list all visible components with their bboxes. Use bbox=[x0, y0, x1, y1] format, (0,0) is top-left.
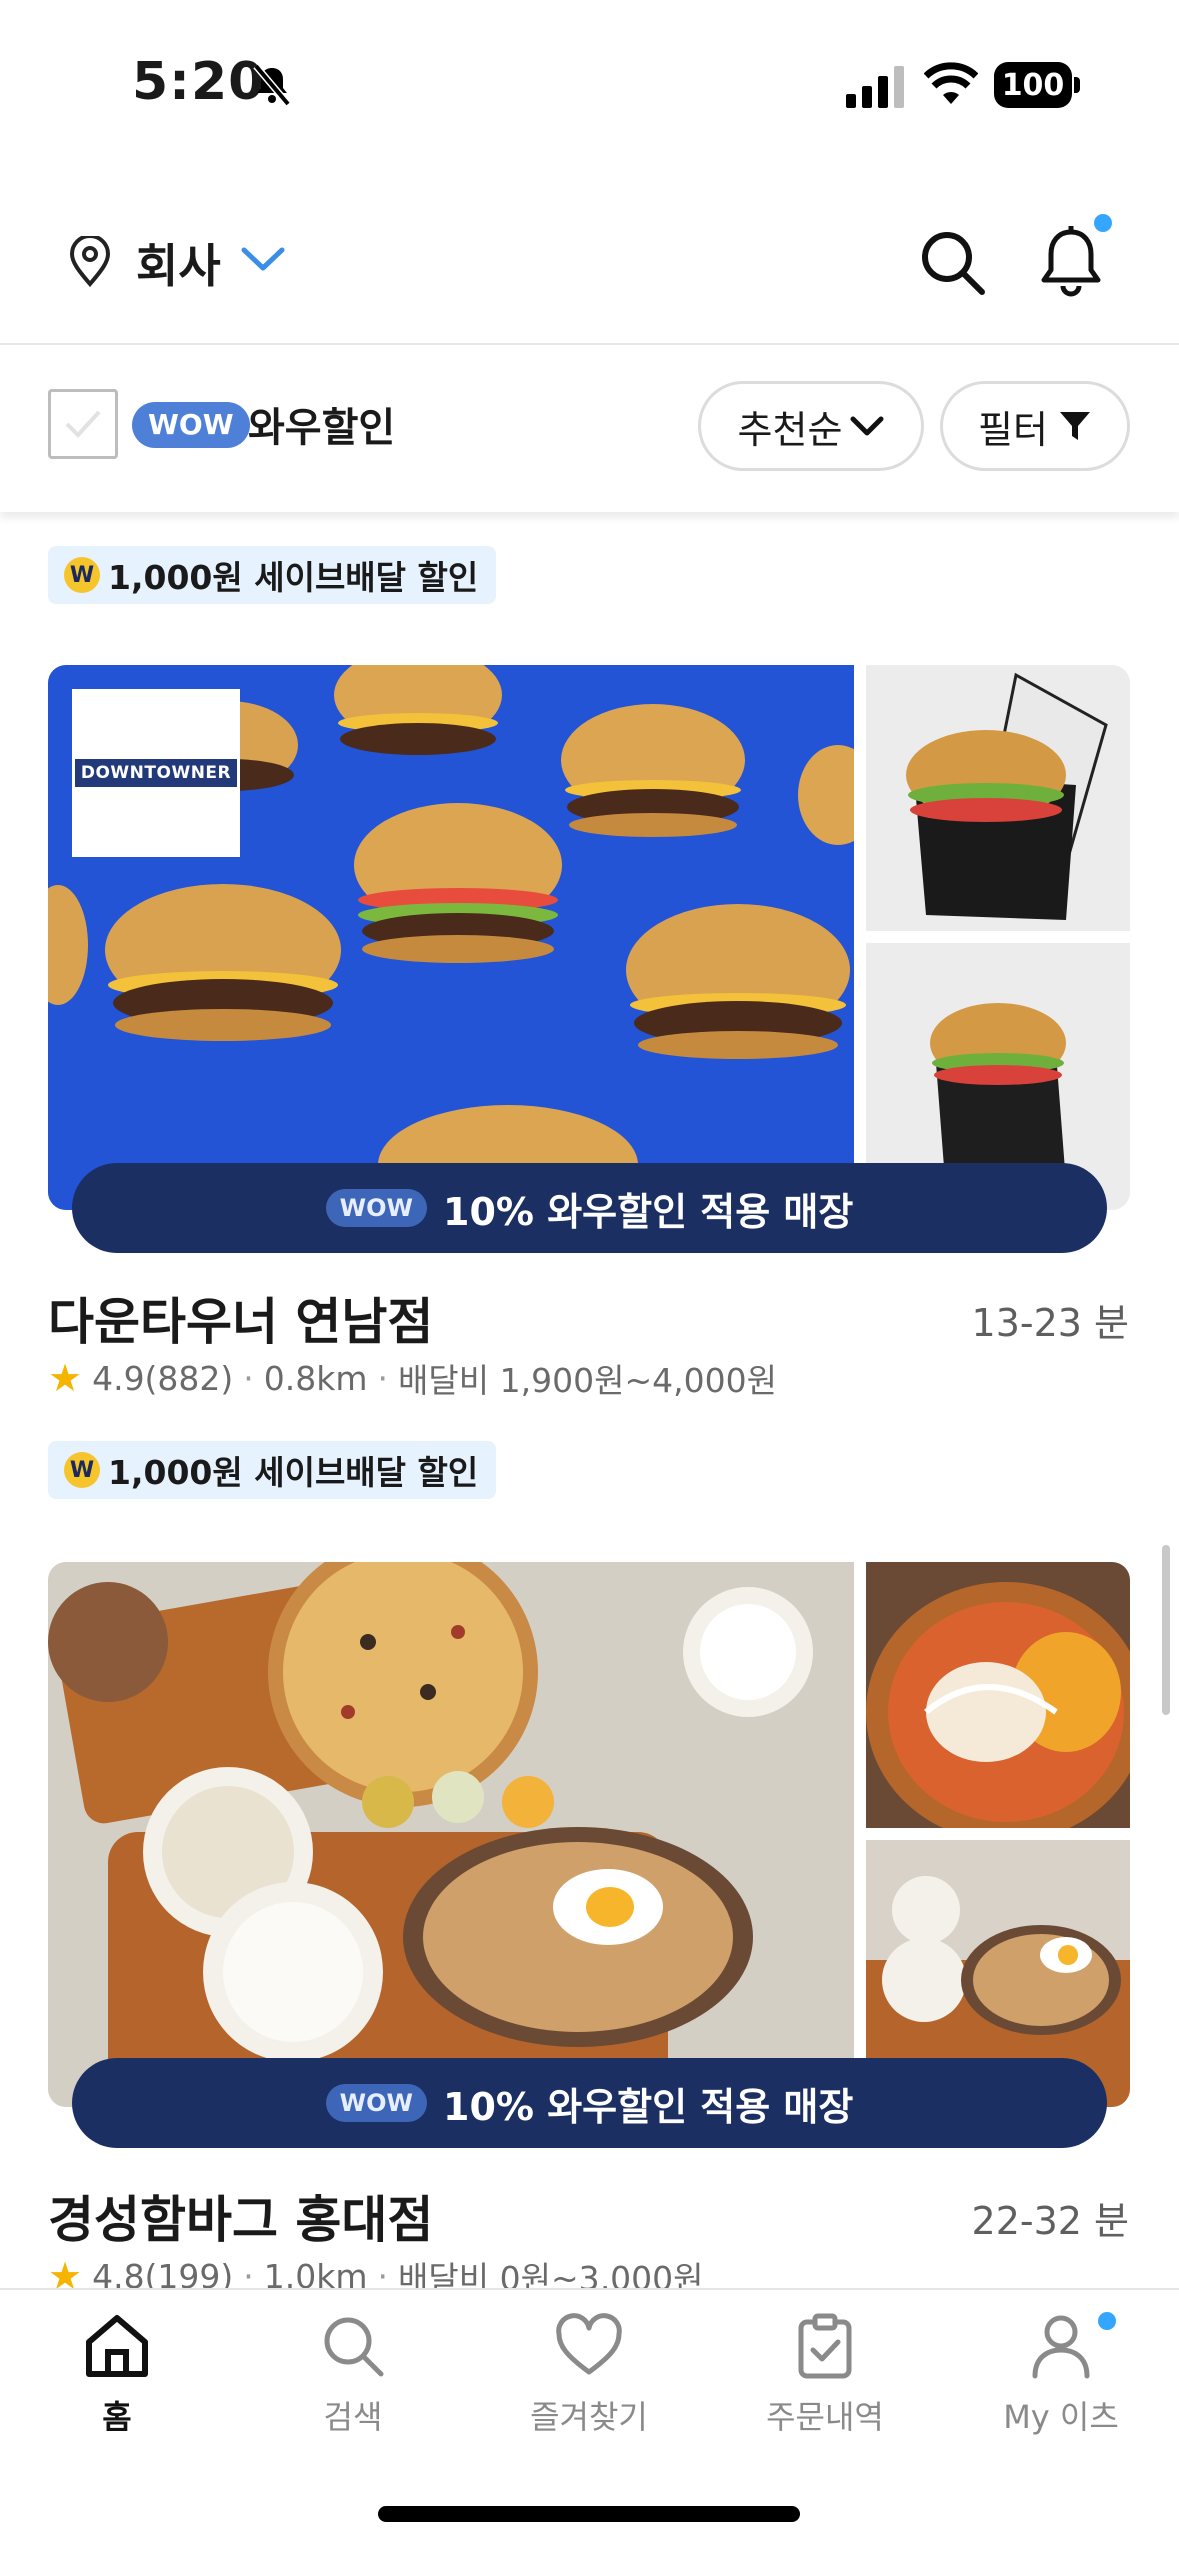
home-indicator[interactable] bbox=[378, 2506, 800, 2522]
scrollbar[interactable] bbox=[1162, 1545, 1170, 1715]
wow-badge: WOW bbox=[132, 402, 250, 448]
checkmark-icon bbox=[65, 410, 101, 438]
status-time: 5:20 bbox=[132, 52, 266, 112]
tab-favorites[interactable]: 즐겨찾기 bbox=[489, 2310, 689, 2438]
notification-dot bbox=[1098, 2312, 1116, 2330]
clipboard-icon bbox=[798, 2313, 852, 2379]
coin-icon: W bbox=[64, 1452, 100, 1488]
stew-photo bbox=[866, 1562, 1130, 1828]
heart-icon bbox=[556, 2313, 622, 2375]
store-photos[interactable] bbox=[48, 1562, 1130, 2107]
store-meta: ★ 4.9(882) · 0.8km · 배달비 1,900원~4,000원 bbox=[48, 1356, 777, 1400]
boxed-burger-photo bbox=[866, 665, 1130, 931]
tab-search[interactable]: 검색 bbox=[253, 2310, 453, 2438]
store-name[interactable]: 다운타우너 연남점 bbox=[48, 1282, 433, 1354]
filter-label: 필터 bbox=[978, 407, 1048, 452]
wow-discount-banner: WOW 10% 와우할인 적용 매장 bbox=[72, 2058, 1107, 2148]
tab-orders[interactable]: 주문내역 bbox=[725, 2310, 925, 2438]
hamburg-steak-photo bbox=[48, 1562, 854, 2107]
wow-tag: WOW bbox=[325, 1189, 428, 1227]
tab-label: 즐겨찾기 bbox=[530, 2398, 648, 2436]
sort-button[interactable]: 추천순 bbox=[698, 381, 924, 471]
location-header: 회사 bbox=[0, 200, 1179, 345]
bell-off-icon bbox=[253, 63, 291, 106]
tab-label: 검색 bbox=[323, 2398, 383, 2436]
store-side-photo[interactable] bbox=[866, 1562, 1130, 1828]
store-main-photo[interactable]: DOWNTOWNER bbox=[48, 665, 854, 1210]
store-rating: 4.8(199) bbox=[92, 2256, 234, 2289]
store-main-photo[interactable] bbox=[48, 1562, 854, 2107]
tab-my-eats[interactable]: My 이츠 bbox=[961, 2310, 1161, 2438]
store-distance: 0.8km bbox=[263, 1358, 368, 1398]
delivery-eta: 13-23 분 bbox=[971, 1301, 1129, 1345]
store-side-photo[interactable] bbox=[866, 665, 1130, 931]
delivery-eta: 22-32 분 bbox=[971, 2199, 1129, 2243]
store-feed[interactable]: W 1,000원 세이브배달 할인 DOWNTOWNER WOW 10% 와우할… bbox=[0, 512, 1179, 2288]
save-delivery-promo: W 1,000원 세이브배달 할인 bbox=[48, 1441, 497, 1499]
chevron-down-icon bbox=[850, 416, 884, 436]
store-distance: 1.0km bbox=[263, 2256, 368, 2289]
search-icon bbox=[324, 2317, 384, 2377]
filter-button[interactable]: 필터 bbox=[940, 381, 1130, 471]
wow-discount-label[interactable]: 와우할인 bbox=[248, 395, 395, 453]
battery-level: 100 bbox=[994, 62, 1072, 108]
store-name[interactable]: 경성함바그 홍대점 bbox=[48, 2180, 433, 2252]
status-bar: 5:20 100 bbox=[0, 0, 1179, 170]
store-meta: ★ 4.8(199) · 1.0km · 배달비 0원~3,000원 bbox=[48, 2252, 703, 2288]
star-icon: ★ bbox=[48, 1356, 83, 1400]
sort-label: 추천순 bbox=[737, 407, 843, 452]
brand-logo: DOWNTOWNER bbox=[72, 689, 240, 857]
wow-banner-text: 10% 와우할인 적용 매장 bbox=[443, 2084, 854, 2129]
home-icon bbox=[86, 2315, 148, 2377]
filter-bar: WOW 와우할인 추천순 필터 bbox=[0, 347, 1179, 512]
store-photos[interactable]: DOWNTOWNER bbox=[48, 665, 1130, 1210]
notification-dot bbox=[1094, 214, 1112, 232]
star-icon: ★ bbox=[48, 2254, 83, 2288]
wow-discount-banner: WOW 10% 와우할인 적용 매장 bbox=[72, 1163, 1107, 1253]
promo-text: 1,000원 세이브배달 할인 bbox=[108, 558, 479, 597]
tab-label: 홈 bbox=[102, 2398, 132, 2436]
wow-tag: WOW bbox=[325, 2084, 428, 2122]
tab-label: 주문내역 bbox=[766, 2398, 884, 2436]
delivery-fee: 배달비 0원~3,000원 bbox=[398, 2259, 704, 2288]
notification-bell-icon[interactable] bbox=[1036, 224, 1106, 300]
location-selector[interactable]: 회사 bbox=[136, 230, 221, 296]
delivery-fee: 배달비 1,900원~4,000원 bbox=[398, 1361, 777, 1400]
wifi-icon bbox=[924, 62, 978, 104]
cellular-signal-icon bbox=[846, 66, 904, 108]
location-pin-icon bbox=[69, 236, 111, 288]
save-delivery-promo: W 1,000원 세이브배달 할인 bbox=[48, 546, 497, 604]
person-icon bbox=[1032, 2315, 1090, 2379]
chevron-down-icon[interactable] bbox=[240, 244, 286, 274]
wow-discount-checkbox[interactable] bbox=[48, 389, 118, 459]
brand-logo-text: DOWNTOWNER bbox=[74, 759, 238, 787]
wow-banner-text: 10% 와우할인 적용 매장 bbox=[443, 1189, 854, 1234]
coin-icon: W bbox=[64, 557, 100, 593]
funnel-icon bbox=[1059, 412, 1090, 440]
promo-text: 1,000원 세이브배달 할인 bbox=[108, 1453, 479, 1492]
search-icon[interactable] bbox=[918, 228, 986, 296]
battery-icon: 100 bbox=[994, 62, 1080, 108]
store-rating: 4.9(882) bbox=[92, 1358, 234, 1398]
tab-home[interactable]: 홈 bbox=[17, 2310, 217, 2438]
tab-label: My 이츠 bbox=[1003, 2398, 1119, 2436]
